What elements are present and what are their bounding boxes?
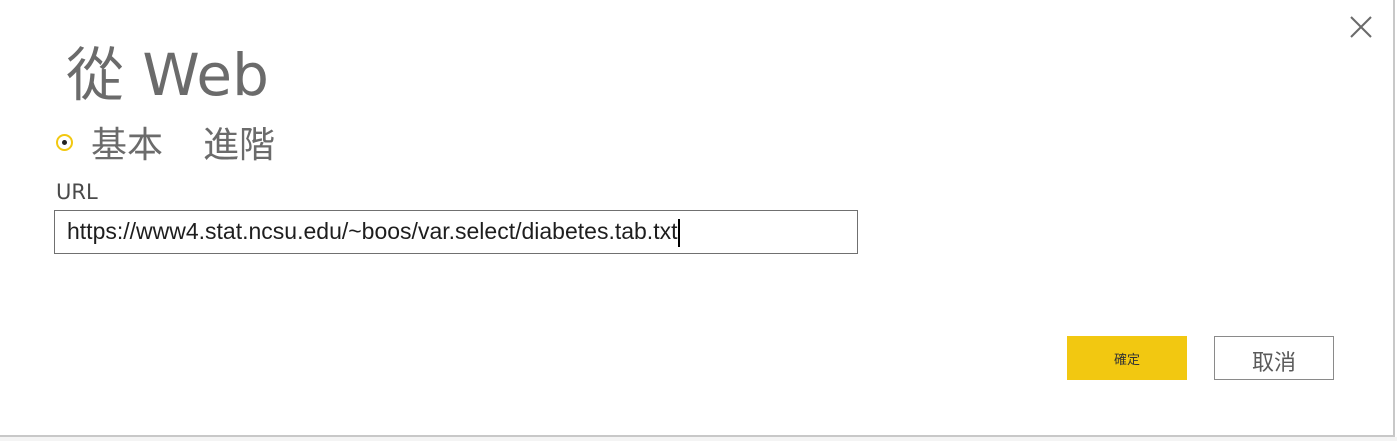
from-web-dialog: 從 Web 基本 進階 URL https://www4.stat.ncsu.e…	[0, 0, 1395, 437]
text-caret	[678, 218, 680, 247]
mode-option-advanced[interactable]: 進階	[203, 122, 275, 170]
close-icon	[1350, 16, 1372, 38]
background-strip	[0, 437, 1397, 441]
mode-label-basic: 基本	[91, 125, 164, 166]
mode-radio-group: 基本 進階	[56, 122, 275, 170]
mode-option-basic[interactable]: 基本	[56, 122, 163, 170]
url-label: URL	[56, 180, 98, 204]
url-input-value: https://www4.stat.ncsu.edu/~boos/var.sel…	[67, 218, 678, 244]
radio-selected-icon[interactable]	[56, 133, 73, 151]
mode-label-advanced: 進階	[203, 125, 276, 166]
ok-button[interactable]: 確定	[1067, 336, 1187, 380]
close-button[interactable]	[1344, 10, 1378, 44]
dialog-title: 從 Web	[66, 41, 269, 109]
url-input[interactable]: https://www4.stat.ncsu.edu/~boos/var.sel…	[54, 210, 858, 254]
cancel-button[interactable]: 取消	[1214, 336, 1334, 380]
